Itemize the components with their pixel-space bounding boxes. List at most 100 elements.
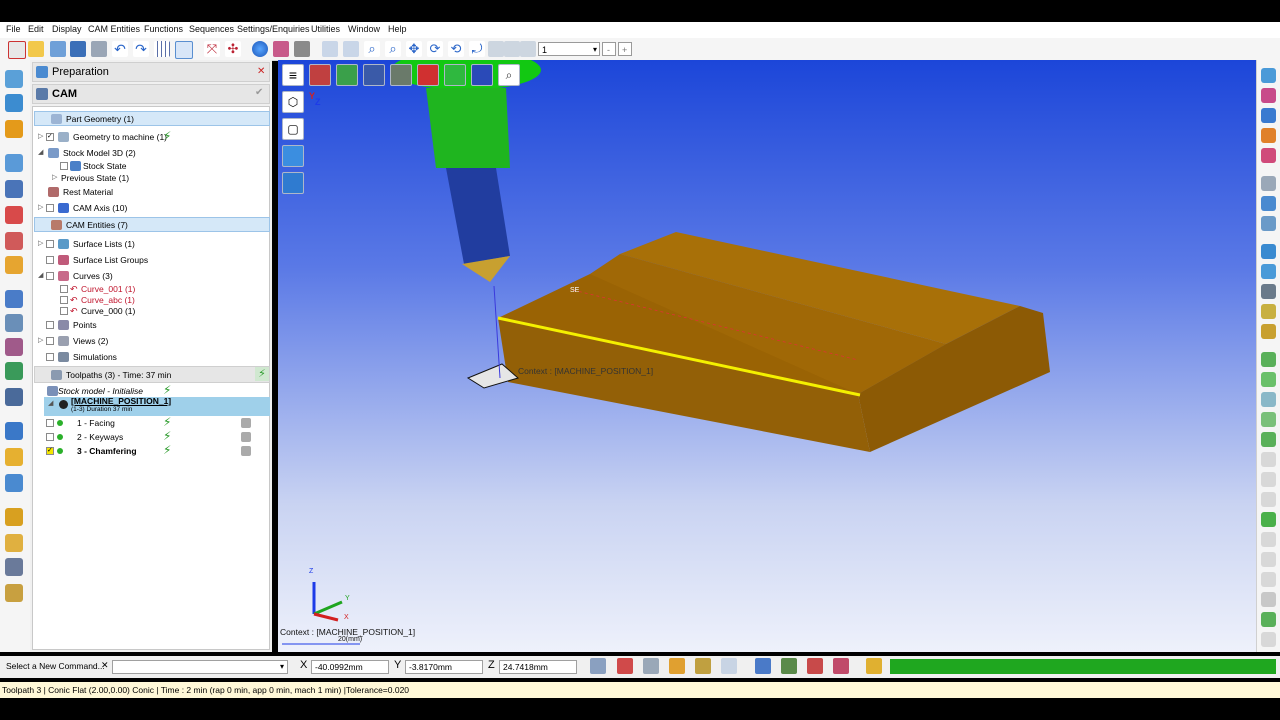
view-axis-indicator[interactable]: YZ: [309, 91, 321, 107]
blend-icon[interactable]: [1261, 572, 1276, 587]
menu-window[interactable]: Window: [348, 24, 380, 34]
cam-select-icon[interactable]: [5, 70, 23, 88]
collapse-arrow-icon[interactable]: ◢: [38, 146, 43, 160]
menu-edit[interactable]: Edit: [28, 24, 44, 34]
analysis-icon[interactable]: [669, 658, 685, 674]
layer-minus-button[interactable]: -: [602, 42, 616, 56]
export-icon[interactable]: [1261, 612, 1276, 627]
curve-tool-icon[interactable]: [5, 120, 23, 138]
tree-row-stock-model[interactable]: ◢ Stock Model 3D (2): [33, 146, 269, 160]
view-icon[interactable]: [343, 41, 359, 57]
tree-row-curve-000[interactable]: ↶ Curve_000 (1): [33, 304, 269, 318]
tree-row-cam-entities[interactable]: CAM Entities (7): [34, 217, 270, 232]
verify-icon[interactable]: [5, 448, 23, 466]
view-cube-icon[interactable]: ⬡: [282, 91, 304, 113]
expand-arrow-icon[interactable]: ▷: [38, 201, 43, 215]
path-green-icon[interactable]: [1261, 352, 1276, 367]
checkbox[interactable]: [46, 256, 54, 264]
axis-icon[interactable]: ⤧: [204, 41, 220, 57]
x-coordinate-field[interactable]: -40.0992mm: [311, 660, 389, 674]
open-folder-icon[interactable]: [28, 41, 44, 57]
menu-cam-entities[interactable]: CAM Entities: [88, 24, 140, 34]
menu-functions[interactable]: Functions: [144, 24, 183, 34]
zoom-window-icon[interactable]: ⌕: [385, 41, 401, 57]
tool-gold-icon[interactable]: [1261, 324, 1276, 339]
tree-row-geometry-to-machine[interactable]: ▷ ✓ Geometry to machine (1) ⚡: [33, 129, 269, 144]
tool-blue-icon[interactable]: [1261, 244, 1276, 259]
box-blue-icon[interactable]: [282, 172, 304, 194]
snap-grid-icon[interactable]: [504, 41, 520, 57]
stack-icon[interactable]: [1261, 592, 1276, 607]
menu-sequences[interactable]: Sequences: [189, 24, 234, 34]
menu-help[interactable]: Help: [388, 24, 407, 34]
checkbox[interactable]: [46, 433, 54, 441]
checkbox[interactable]: [60, 162, 68, 170]
box-shaded-icon[interactable]: [282, 145, 304, 167]
machine-icon[interactable]: [5, 508, 23, 526]
report-icon[interactable]: [5, 584, 23, 602]
3d-viewport[interactable]: SE Context : [MACHINE_POSITION_1] Z Y X …: [278, 60, 1256, 652]
path-light-icon[interactable]: [1261, 372, 1276, 387]
layout-icon[interactable]: [175, 41, 193, 59]
collapse-arrow-icon[interactable]: ◢: [48, 397, 53, 411]
tree-row-surface-list-groups[interactable]: Surface List Groups: [33, 253, 269, 267]
expand-arrow-icon[interactable]: ▷: [38, 334, 43, 348]
expand-arrow-icon[interactable]: ▷: [52, 171, 57, 185]
fixture-icon[interactable]: [5, 558, 23, 576]
diamond-icon[interactable]: [1261, 452, 1276, 467]
tree-row-part-geometry[interactable]: Part Geometry (1): [34, 111, 270, 126]
checkbox[interactable]: ✓: [46, 133, 54, 141]
pocket-icon[interactable]: [5, 180, 23, 198]
tree-row-curves[interactable]: ◢ Curves (3): [33, 269, 269, 283]
rotate-z-icon[interactable]: ⟲: [448, 41, 464, 57]
tree-row-simulations[interactable]: Simulations: [33, 350, 269, 364]
simulation-icon[interactable]: [5, 422, 23, 440]
ruler-icon[interactable]: [695, 658, 711, 674]
checkbox[interactable]: [46, 419, 54, 427]
page-icon[interactable]: [322, 41, 338, 57]
zoom-icon[interactable]: ⌕: [364, 41, 380, 57]
surface-icon[interactable]: [1261, 176, 1276, 191]
rotate-icon[interactable]: ⟳: [427, 41, 443, 57]
transform-icon[interactable]: ✣: [225, 41, 241, 57]
path-layer-icon[interactable]: [1261, 412, 1276, 427]
close-icon[interactable]: ✕: [101, 660, 109, 671]
tree-row-points[interactable]: Points: [33, 318, 269, 332]
drill-icon[interactable]: [5, 206, 23, 224]
layer-select[interactable]: 1 ▾: [538, 42, 600, 56]
face-mill-icon[interactable]: [5, 154, 23, 172]
tool-yellow-icon[interactable]: [1261, 304, 1276, 319]
stats-icon[interactable]: [807, 658, 823, 674]
z-coordinate-field[interactable]: 24.7418mm: [499, 660, 577, 674]
checkbox[interactable]: [46, 321, 54, 329]
options-icon[interactable]: [1261, 632, 1276, 647]
view-iso-red-icon[interactable]: [309, 64, 331, 86]
tool-library-icon[interactable]: [5, 314, 23, 332]
toolpaths-header[interactable]: Toolpaths (3) - Time: 37 min ⚡: [34, 366, 270, 383]
solid-orange-icon[interactable]: [1261, 128, 1276, 143]
menu-utilities[interactable]: Utilities: [311, 24, 340, 34]
slot-icon[interactable]: [1261, 492, 1276, 507]
chevron-down-icon[interactable]: ✔: [255, 87, 263, 98]
select-icon[interactable]: [1261, 68, 1276, 83]
path-ref-icon[interactable]: [1261, 392, 1276, 407]
expand-arrow-icon[interactable]: ▷: [38, 237, 43, 251]
zoom-fit-icon[interactable]: ⌕: [498, 64, 520, 86]
view-wire-icon[interactable]: [390, 64, 412, 86]
print-icon[interactable]: [91, 41, 107, 57]
link-icon[interactable]: [1261, 552, 1276, 567]
solid-red-icon[interactable]: [1261, 88, 1276, 103]
menu-display[interactable]: Display: [52, 24, 82, 34]
checkbox[interactable]: ✓: [46, 447, 54, 455]
checkbox[interactable]: [60, 307, 68, 315]
save-icon[interactable]: [70, 41, 86, 57]
cam-section-header[interactable]: CAM ✔: [32, 84, 270, 104]
tool-holder-icon[interactable]: [1261, 264, 1276, 279]
snap-icon[interactable]: [488, 41, 504, 57]
command-input[interactable]: ▾: [112, 660, 288, 674]
tree-row-cam-axis[interactable]: ▷ CAM Axis (10): [33, 201, 269, 215]
view-iso-blue-icon[interactable]: [363, 64, 385, 86]
rest-mill-icon[interactable]: [5, 338, 23, 356]
tree-row-machine-position[interactable]: ◢ [MACHINE_POSITION_1] (1-3) Duration 37…: [44, 396, 270, 416]
recent-files-icon[interactable]: [50, 41, 66, 57]
